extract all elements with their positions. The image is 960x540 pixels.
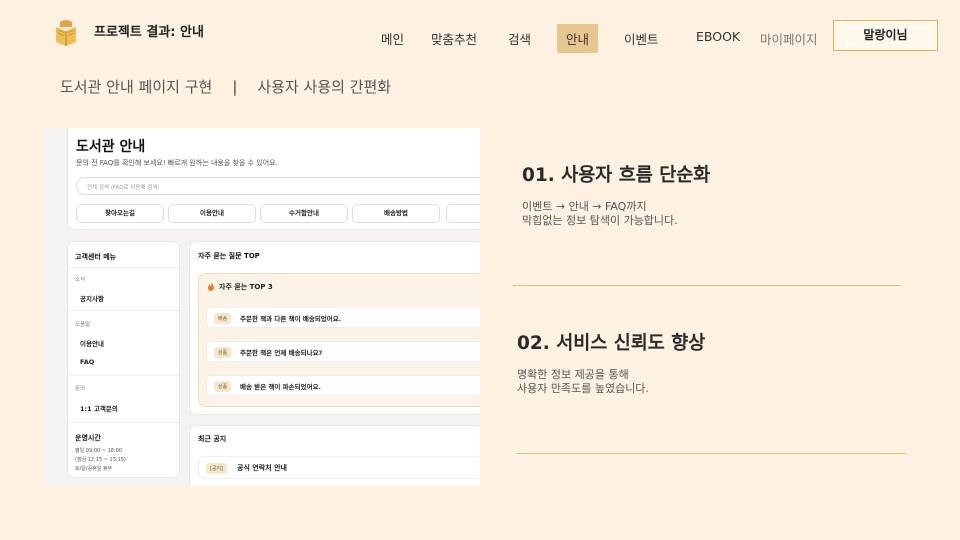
- divider: [68, 310, 179, 311]
- nav-item-main[interactable]: 메인: [381, 29, 404, 48]
- divider: [68, 422, 179, 423]
- notice-badge: [공지]: [206, 463, 228, 474]
- divider: [68, 267, 179, 268]
- support-sidebar: 고객센터 메뉴 소식 공지사항 도움말 이용안내 FAQ 문의 1:1 고객문의…: [67, 241, 180, 478]
- quick-button-shipping[interactable]: 배송방법: [352, 204, 440, 223]
- nav-item-ebook[interactable]: EBOOK: [696, 29, 740, 44]
- sidebar-item-inquiry[interactable]: 1:1 고객문의: [80, 403, 118, 413]
- sidebar-group-help: 도움말: [75, 322, 91, 328]
- guide-page-description: 문의 전 FAQ를 확인해 보세요! 빠르게 원하는 내용을 찾을 수 있어요.: [76, 159, 278, 167]
- nav-item-guide[interactable]: 안내: [557, 24, 599, 53]
- nav-item-event[interactable]: 이벤트: [624, 29, 659, 48]
- notice-card: 최근 공지 [공지] 공식 연락처 안내: [189, 425, 480, 486]
- faq-top3-title: 자주 묻는 TOP 3: [219, 283, 273, 291]
- main-nav: 메인 맞춤추천 검색 안내 이벤트 EBOOK 마이페이지: [0, 22, 960, 53]
- guide-page-title: 도서관 안내: [76, 139, 146, 155]
- fire-icon: [208, 282, 214, 291]
- subtitle-left: 도서관 안내 페이지 구현: [60, 78, 213, 96]
- divider: [68, 375, 179, 376]
- sidebar-item-faq[interactable]: FAQ: [80, 358, 94, 366]
- feature-1-title: 01. 사용자 흐름 단순화: [522, 165, 711, 186]
- hours-closed: 토/일/공휴일 휴무: [75, 466, 113, 472]
- feature-1-line-2: 막힘없는 정보 탐색이 가능합니다.: [522, 214, 678, 227]
- sidebar-item-notices[interactable]: 공지사항: [80, 293, 104, 303]
- hours-title: 운영시간: [75, 434, 101, 442]
- faq-search-input[interactable]: 전체 검색 (FAQ로 이동해 검색): [76, 177, 480, 195]
- feature-2-title: 02. 서비스 신뢰도 향상: [517, 333, 706, 354]
- faq-top3-box: 자주 묻는 TOP 3 배송 주문한 책과 다른 책이 배송되었어요. 상품 주…: [198, 273, 480, 407]
- subtitle-separator: |: [232, 78, 238, 96]
- faq-question: 주문한 책과 다른 책이 배송되었어요.: [240, 315, 342, 323]
- hours-lunch: (점심 12:15 ~ 13:15): [75, 457, 126, 463]
- quick-button-more[interactable]: 배: [446, 204, 480, 223]
- faq-category-badge: 상품: [214, 381, 232, 392]
- user-button[interactable]: 말랑이님: [833, 20, 938, 51]
- hours-weekday: 평일 09:00 ~ 18:00: [75, 448, 122, 454]
- feature-divider: [513, 285, 901, 286]
- notice-item[interactable]: [공지] 공식 연락처 안내: [198, 456, 480, 479]
- nav-item-mypage[interactable]: 마이페이지: [760, 29, 818, 48]
- faq-question: 배송 받은 책이 파손되었어요.: [240, 383, 322, 391]
- quick-button-usage[interactable]: 이용안내: [168, 204, 256, 223]
- faq-card: 자주 묻는 질문 TOP 자주 묻는 TOP 3 배송 주문한 책과 다른 책이…: [189, 241, 480, 415]
- faq-item[interactable]: 배송 주문한 책과 다른 책이 배송되었어요.: [206, 307, 480, 328]
- feature-2-line-2: 사용자 만족도를 높였습니다.: [517, 382, 649, 395]
- notice-title: 최근 공지: [198, 435, 227, 443]
- faq-question: 주문한 책은 언제 배송되나요?: [240, 349, 323, 357]
- faq-category-badge: 상품: [214, 347, 232, 358]
- quick-button-directions[interactable]: 찾아오는길: [76, 204, 164, 223]
- quick-button-dropbox[interactable]: 수거함안내: [260, 204, 348, 223]
- sidebar-item-usage[interactable]: 이용안내: [80, 338, 104, 348]
- faq-item[interactable]: 상품 배송 받은 책이 파손되었어요.: [206, 375, 480, 396]
- subtitle-right: 사용자 사용의 간편화: [257, 78, 392, 96]
- notice-item-title: 공식 연락처 안내: [237, 464, 287, 472]
- nav-item-search[interactable]: 검색: [508, 29, 531, 48]
- nav-item-recommend[interactable]: 맞춤추천: [431, 29, 477, 48]
- guide-header-card: 도서관 안내 문의 전 FAQ를 확인해 보세요! 빠르게 원하는 내용을 찾을…: [67, 128, 480, 230]
- feature-divider: [517, 453, 906, 454]
- faq-item[interactable]: 상품 주문한 책은 언제 배송되나요?: [206, 341, 480, 362]
- sidebar-group-news: 소식: [75, 277, 86, 283]
- sidebar-title: 고객센터 메뉴: [75, 253, 117, 261]
- faq-title: 자주 묻는 질문 TOP: [198, 252, 260, 260]
- faq-category-badge: 배송: [214, 313, 232, 324]
- guide-page-screenshot: 도서관 안내 문의 전 FAQ를 확인해 보세요! 빠르게 원하는 내용을 찾을…: [45, 128, 480, 486]
- sidebar-group-inquiry: 문의: [75, 386, 86, 392]
- subtitle: 도서관 안내 페이지 구현 | 사용자 사용의 간편화: [60, 76, 391, 97]
